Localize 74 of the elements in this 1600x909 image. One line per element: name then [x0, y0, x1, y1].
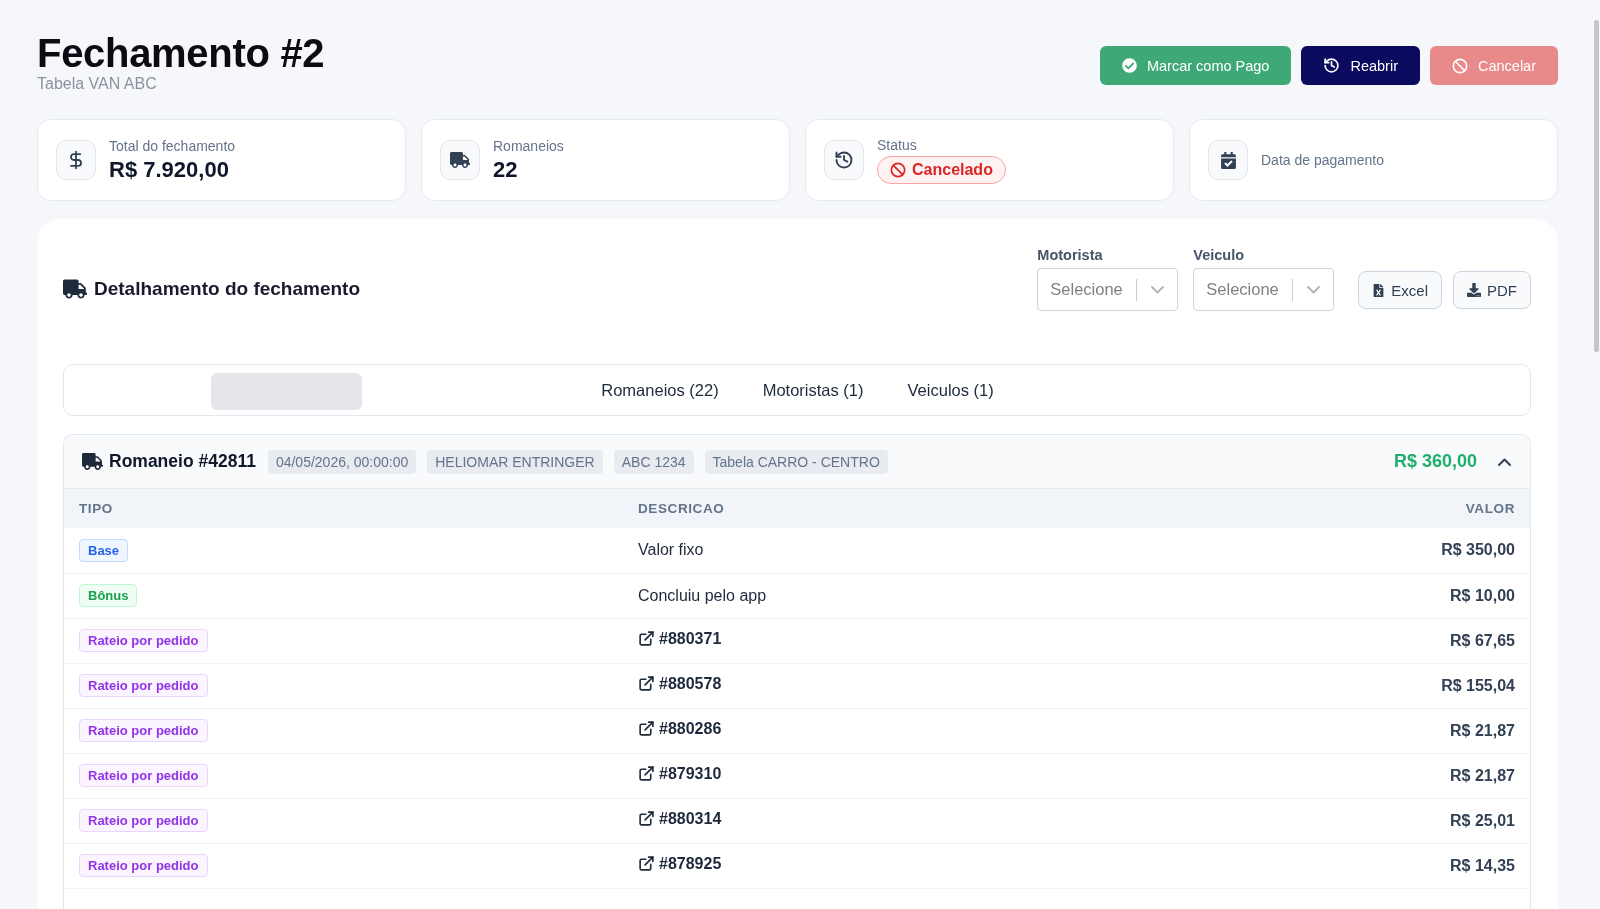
- info-chip: ABC 1234: [613, 449, 694, 474]
- order-link[interactable]: #879310: [638, 764, 722, 783]
- column-header: TIPO: [64, 489, 623, 528]
- truck-icon: [82, 451, 103, 472]
- romaneio-total: R$ 360,00: [1393, 451, 1477, 472]
- value-text: R$ 21,87: [1450, 766, 1515, 784]
- download-icon: [1467, 283, 1481, 297]
- stat-label: Total do fechamento: [109, 137, 236, 154]
- stat-label: Data de pagamento: [1261, 152, 1384, 168]
- description-text: Concluiu pelo app: [638, 586, 767, 604]
- column-header: DESCRICAO: [623, 489, 1270, 528]
- order-link[interactable]: #880578: [638, 674, 722, 693]
- tab[interactable]: Motoristas (1): [762, 374, 864, 406]
- description-text: Valor fixo: [638, 541, 704, 559]
- type-tag: Rateio por pedido: [79, 674, 208, 697]
- page-title: Fechamento #2: [37, 32, 325, 74]
- type-tag: Rateio por pedido: [79, 764, 208, 787]
- excel-button[interactable]: Excel: [1358, 271, 1442, 309]
- chevron-down-icon: [1150, 285, 1164, 294]
- order-link[interactable]: #878925: [638, 854, 722, 873]
- order-link[interactable]: #880314: [638, 809, 722, 828]
- type-tag: Rateio por pedido: [79, 719, 208, 742]
- filter-label: Motorista: [1037, 247, 1104, 263]
- info-chip: HELIOMAR ENTRINGER: [427, 449, 603, 474]
- value-text: R$ 21,87: [1450, 721, 1515, 739]
- external-link-icon: [638, 810, 655, 828]
- tab[interactable]: Veiculos (1): [907, 374, 994, 406]
- history-icon: [824, 140, 864, 180]
- dollar-icon: [56, 140, 96, 180]
- external-link-icon: [638, 675, 655, 693]
- stat-value: R$ 7.920,00: [109, 156, 230, 183]
- external-link-icon: [638, 855, 655, 873]
- info-chip: 04/05/2026, 00:00:00: [267, 449, 417, 474]
- value-text: R$ 155,04: [1441, 676, 1515, 694]
- stat-label: Status: [877, 136, 918, 153]
- value-text: R$ 14,35: [1450, 856, 1515, 874]
- section-title: Detalhamento do fechamento: [94, 278, 361, 300]
- value-text: R$ 25,01: [1450, 811, 1515, 829]
- stat-label: Romaneios: [493, 137, 564, 154]
- spreadsheet-icon: [1372, 283, 1386, 297]
- type-tag: Rateio por pedido: [79, 809, 208, 832]
- order-link[interactable]: #880371: [638, 629, 722, 648]
- ban-icon: [1451, 57, 1468, 74]
- chevron-up-icon[interactable]: [1498, 457, 1511, 466]
- external-link-icon: [638, 720, 655, 738]
- tab[interactable]: Romaneios (22): [601, 374, 719, 406]
- stat-value: 22: [493, 156, 519, 183]
- value-text: R$ 350,00: [1441, 541, 1515, 559]
- romaneio-title: Romaneio #42811: [109, 451, 256, 472]
- value-text: R$ 10,00: [1450, 586, 1515, 604]
- select-field[interactable]: Selecione: [1037, 268, 1179, 311]
- info-chip: Tabela CARRO - CENTRO: [704, 449, 888, 474]
- truck-icon: [63, 277, 87, 301]
- value-text: R$ 67,65: [1450, 631, 1515, 649]
- page-subtitle: Tabela VAN ABC: [37, 75, 158, 93]
- select-field[interactable]: Selecione: [1193, 268, 1335, 311]
- type-tag: Base: [79, 538, 129, 562]
- external-link-icon: [638, 765, 655, 783]
- history-icon: [1323, 57, 1341, 74]
- type-tag: Rateio por pedido: [79, 854, 208, 877]
- chevron-down-icon: [1306, 285, 1320, 294]
- calendar-icon: [1208, 140, 1248, 180]
- ban-icon: [890, 161, 906, 178]
- truck-icon: [440, 140, 480, 180]
- type-tag: Bônus: [79, 584, 138, 607]
- status-text: Cancelado: [912, 160, 993, 179]
- reopen-button[interactable]: Reabrir: [1301, 46, 1420, 85]
- filter-label: Veiculo: [1193, 247, 1246, 263]
- type-tag: Rateio por pedido: [79, 629, 208, 652]
- scrollbar-thumb[interactable]: [1594, 20, 1599, 352]
- external-link-icon: [638, 630, 655, 648]
- pdf-button[interactable]: PDF: [1453, 271, 1531, 309]
- column-header: VALOR: [1270, 489, 1530, 528]
- order-link[interactable]: #880286: [638, 719, 722, 738]
